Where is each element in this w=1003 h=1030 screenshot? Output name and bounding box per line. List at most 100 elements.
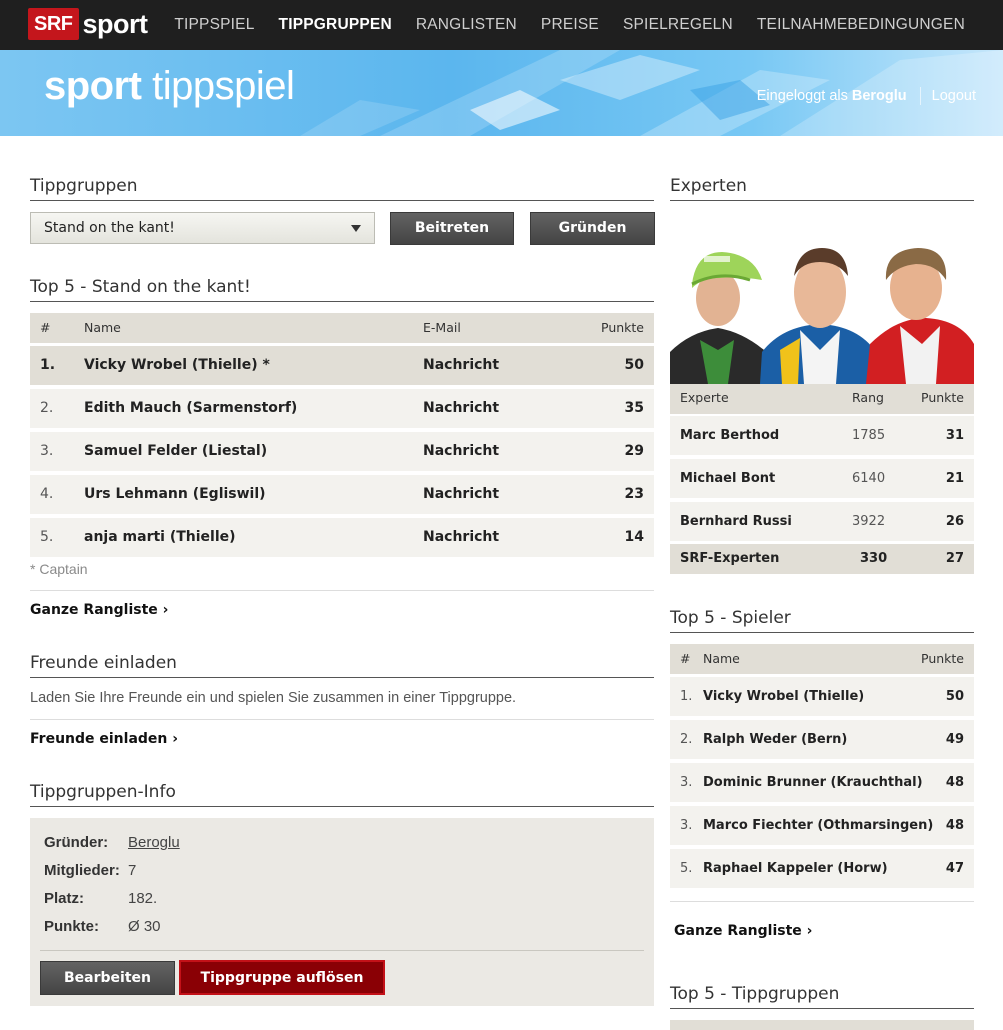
- table-row: Michael Bont 6140 21: [670, 459, 974, 498]
- join-button[interactable]: Beitreten: [390, 212, 514, 245]
- row-name[interactable]: Marco Fiechter (Othmarsingen): [703, 806, 933, 845]
- edit-group-button[interactable]: Bearbeiten: [40, 961, 175, 995]
- top5-players-table-header: # Name Punkte: [670, 644, 974, 674]
- username-link[interactable]: Beroglu: [852, 88, 907, 104]
- expert-name[interactable]: Bernhard Russi: [680, 502, 792, 541]
- srf-sport-logo[interactable]: SRF sport: [28, 8, 148, 40]
- top5-group-table-header: # Name E-Mail Punkte: [30, 313, 654, 343]
- table-row: 3. Samuel Felder (Liestal) Nachricht 29: [30, 432, 654, 471]
- nav-teilnahmebedingungen[interactable]: TEILNAHMEBEDINGUNGEN: [757, 16, 965, 34]
- col-points: Punkte: [921, 390, 964, 405]
- nav-ranglisten[interactable]: RANGLISTEN: [416, 16, 517, 34]
- row-rank: 5.: [680, 861, 693, 876]
- row-points: 50: [945, 689, 964, 704]
- row-name[interactable]: anja marti (Thielle): [84, 518, 236, 557]
- message-link[interactable]: Nachricht: [423, 432, 499, 471]
- divider: [30, 719, 654, 720]
- expert-name[interactable]: Marc Berthod: [680, 416, 779, 455]
- col-rank: #: [40, 320, 51, 335]
- row-points: 14: [624, 529, 644, 545]
- dissolve-group-button[interactable]: Tippgruppe auflösen: [179, 960, 385, 995]
- divider: [670, 901, 974, 902]
- group-select[interactable]: Stand on the kant!: [30, 212, 375, 244]
- login-status: Eingeloggt als Beroglu Logout: [757, 87, 976, 105]
- experts-illustration: [670, 248, 974, 384]
- row-name[interactable]: Raphael Kappeler (Horw): [703, 849, 888, 888]
- row-rank: 1.: [680, 689, 693, 704]
- table-row: 3. Marco Fiechter (Othmarsingen) 48: [670, 806, 974, 845]
- row-rank: 2.: [680, 732, 693, 747]
- message-link[interactable]: Nachricht: [423, 518, 499, 557]
- points-label: Punkte:: [44, 918, 100, 935]
- col-rank: #: [680, 651, 691, 666]
- sport-logo-text: sport: [82, 8, 149, 39]
- group-select-value: Stand on the kant!: [44, 220, 175, 236]
- nav-tippgruppen[interactable]: TIPPGRUPPEN: [279, 16, 392, 34]
- expert-points: 21: [945, 471, 964, 486]
- nav-preise[interactable]: PREISE: [541, 16, 599, 34]
- place-label: Platz:: [44, 890, 85, 907]
- divider: [30, 590, 654, 591]
- col-rank: Rang: [852, 390, 884, 405]
- top5-group-heading: Top 5 - Stand on the kant!: [30, 277, 654, 302]
- main-nav: TIPPSPIEL TIPPGRUPPEN RANGLISTEN PREISE …: [150, 0, 965, 50]
- experts-summary-row: SRF-Experten 330 27: [670, 544, 974, 574]
- experts-table-header: Experte Rang Punkte: [670, 384, 974, 414]
- row-points: 23: [624, 486, 644, 502]
- row-points: 35: [624, 400, 644, 416]
- row-points: 29: [624, 443, 644, 459]
- table-row: Marc Berthod 1785 31: [670, 416, 974, 455]
- group-info-heading: Tippgruppen-Info: [30, 782, 654, 807]
- nav-spielregeln[interactable]: SPIELREGELN: [623, 16, 733, 34]
- table-row: 4. Urs Lehmann (Egliswil) Nachricht 23: [30, 475, 654, 514]
- col-email: E-Mail: [423, 320, 461, 335]
- message-link[interactable]: Nachricht: [423, 389, 499, 428]
- table-row: 3. Dominic Brunner (Krauchthal) 48: [670, 763, 974, 802]
- tippgruppen-heading: Tippgruppen: [30, 176, 654, 201]
- row-rank: 5.: [40, 529, 54, 545]
- expert-rank: 1785: [852, 428, 886, 443]
- logout-link[interactable]: Logout: [932, 88, 976, 104]
- expert-points: 26: [945, 514, 964, 529]
- table-row: 1. Vicky Wrobel (Thielle) * Nachricht 50: [30, 346, 654, 385]
- summary-rank: 330: [860, 551, 888, 566]
- founder-link[interactable]: Beroglu: [128, 834, 180, 851]
- row-name[interactable]: Urs Lehmann (Egliswil): [84, 475, 266, 514]
- captain-note: * Captain: [30, 561, 88, 577]
- invite-friends-link[interactable]: Freunde einladen ›: [30, 731, 178, 747]
- col-points: Punkte: [601, 320, 644, 335]
- full-ranking-link[interactable]: Ganze Rangliste ›: [30, 602, 168, 618]
- place-value: 182.: [128, 890, 158, 907]
- row-name[interactable]: Edith Mauch (Sarmenstorf): [84, 389, 297, 428]
- header-banner: sport tippspiel Eingeloggt als Beroglu L…: [0, 50, 1003, 136]
- expert-rank: 6140: [852, 471, 886, 486]
- srf-logo-mark: SRF: [28, 8, 79, 40]
- row-name[interactable]: Ralph Weder (Bern): [703, 720, 847, 759]
- row-name[interactable]: Samuel Felder (Liestal): [84, 432, 267, 471]
- row-points: 48: [945, 818, 964, 833]
- expert-name[interactable]: Michael Bont: [680, 459, 775, 498]
- nav-tippspiel[interactable]: TIPPSPIEL: [174, 16, 254, 34]
- row-rank: 3.: [680, 775, 693, 790]
- divider: [40, 950, 644, 951]
- col-points: Punkte: [921, 651, 964, 666]
- row-points: 47: [945, 861, 964, 876]
- top-navigation-bar: SRF sport TIPPSPIEL TIPPGRUPPEN RANGLIST…: [0, 0, 1003, 50]
- create-group-button[interactable]: Gründen: [530, 212, 655, 245]
- row-points: 49: [945, 732, 964, 747]
- row-name[interactable]: Vicky Wrobel (Thielle): [703, 677, 864, 716]
- title-sport: sport: [44, 64, 142, 108]
- row-name[interactable]: Dominic Brunner (Krauchthal): [703, 763, 923, 802]
- players-full-ranking-link[interactable]: Ganze Rangliste ›: [674, 923, 812, 939]
- top5-players-heading: Top 5 - Spieler: [670, 608, 974, 633]
- top5-groups-table-header: [670, 1020, 974, 1030]
- message-link[interactable]: Nachricht: [423, 475, 499, 514]
- divider: [919, 87, 921, 105]
- members-value: 7: [128, 862, 137, 879]
- table-row: 1. Vicky Wrobel (Thielle) 50: [670, 677, 974, 716]
- invite-heading: Freunde einladen: [30, 653, 654, 678]
- message-link[interactable]: Nachricht: [423, 346, 499, 385]
- row-rank: 3.: [40, 443, 54, 459]
- row-name[interactable]: Vicky Wrobel (Thielle) *: [84, 346, 270, 385]
- members-label: Mitglieder:: [44, 862, 120, 879]
